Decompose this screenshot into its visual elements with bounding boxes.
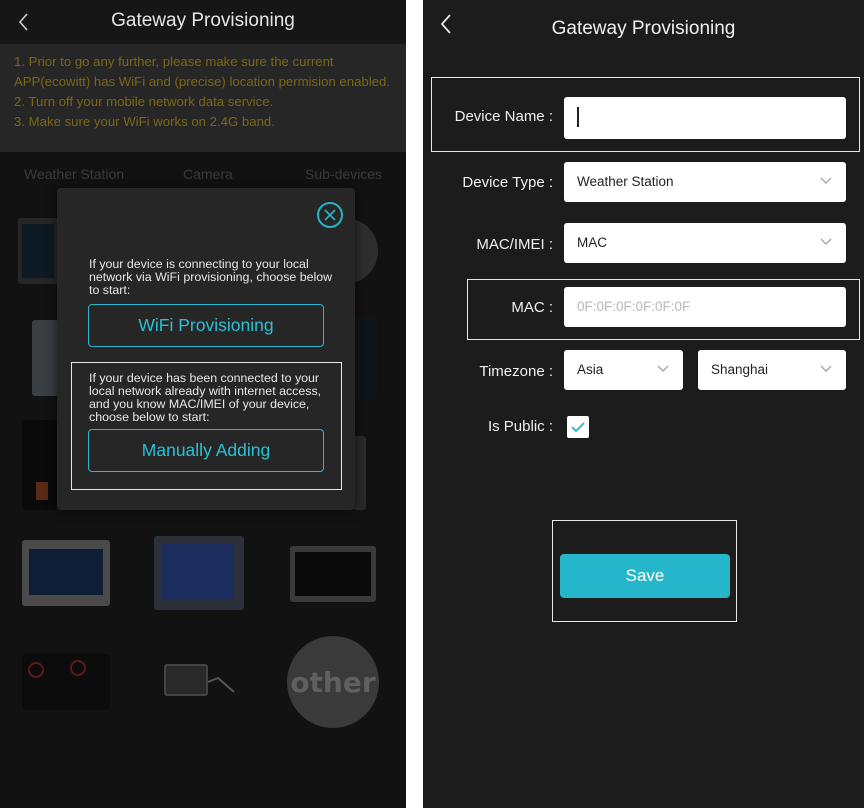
tab-sub-devices[interactable]: Sub-devices	[305, 166, 382, 182]
cable-icon	[207, 676, 235, 693]
manually-adding-button[interactable]: Manually Adding	[88, 429, 324, 472]
device-thumbnail[interactable]	[154, 536, 244, 610]
device-thumbnail[interactable]	[22, 654, 110, 710]
device-type-value: Weather Station	[577, 174, 674, 189]
device-thumbnail[interactable]	[290, 546, 376, 602]
header-bar: Gateway Provisioning	[423, 0, 864, 44]
mac-imei-select[interactable]: MAC	[564, 223, 846, 263]
chevron-down-icon	[820, 238, 832, 245]
device-thumbnail[interactable]	[22, 540, 110, 606]
device-thumbnail[interactable]	[354, 436, 366, 510]
device-thumbnail[interactable]	[207, 672, 236, 694]
timezone-city-value: Shanghai	[711, 362, 769, 377]
instruction-line: APP(ecowitt) has WiFi and (precise) loca…	[14, 74, 391, 89]
check-icon	[571, 422, 585, 433]
device-thumbnail[interactable]	[355, 316, 377, 400]
timezone-region-select[interactable]: Asia	[564, 350, 683, 390]
instruction-line: 1. Prior to go any further, please make …	[14, 54, 334, 69]
save-button[interactable]: Save	[560, 554, 730, 598]
close-icon	[324, 209, 336, 221]
instruction-line: 2. Turn off your mobile network data ser…	[14, 94, 274, 109]
text-cursor	[577, 107, 579, 127]
device-thumbnail[interactable]	[164, 664, 208, 696]
header-bar: Gateway Provisioning	[0, 0, 406, 44]
device-thumbnail[interactable]	[22, 420, 58, 510]
page-title: Gateway Provisioning	[111, 10, 295, 31]
tab-camera[interactable]: Camera	[183, 166, 233, 182]
chevron-down-icon	[657, 365, 669, 372]
device-type-label: Device Type :	[462, 174, 553, 191]
is-public-checkbox[interactable]	[567, 416, 589, 438]
is-public-label: Is Public :	[487, 418, 553, 435]
mac-imei-value: MAC	[577, 235, 607, 250]
tab-weather-station[interactable]: Weather Station	[24, 166, 124, 182]
device-name-label: Device Name :	[454, 108, 553, 125]
mac-label: MAC :	[511, 299, 553, 316]
instruction-line: 3. Make sure your WiFi works on 2.4G ban…	[14, 114, 275, 129]
device-thumbnail[interactable]	[32, 320, 58, 396]
timezone-city-select[interactable]: Shanghai	[698, 350, 846, 390]
wifi-provisioning-button[interactable]: WiFi Provisioning	[88, 304, 324, 347]
manual-add-screen: Gateway Provisioning Device Name : Devic…	[423, 0, 864, 808]
page-title: Gateway Provisioning	[551, 18, 736, 39]
wifi-provisioning-description: If your device is connecting to your loc…	[89, 257, 333, 297]
timezone-label: Timezone :	[479, 363, 553, 380]
device-type-select[interactable]: Weather Station	[564, 162, 846, 202]
device-thumbnail[interactable]	[18, 218, 60, 284]
device-name-input[interactable]	[564, 97, 846, 139]
instructions-panel: 1. Prior to go any further, please make …	[0, 44, 406, 152]
mac-input[interactable]: 0F:0F:0F:0F:0F:0F	[564, 287, 846, 327]
mac-imei-label: MAC/IMEI :	[476, 236, 553, 253]
device-category-tabs: Weather Station Camera Sub-devices	[0, 158, 406, 190]
chevron-down-icon	[820, 365, 832, 372]
other-device-button[interactable]: other	[287, 636, 379, 728]
provisioning-method-screen: Gateway Provisioning 1. Prior to go any …	[0, 0, 406, 808]
provisioning-method-dialog: If your device is connecting to your loc…	[57, 188, 355, 510]
close-button[interactable]	[317, 202, 343, 228]
timezone-region-value: Asia	[577, 362, 604, 377]
chevron-down-icon	[820, 177, 832, 184]
manual-adding-description: If your device has been connected to you…	[89, 371, 322, 424]
mac-placeholder: 0F:0F:0F:0F:0F:0F	[577, 299, 691, 314]
